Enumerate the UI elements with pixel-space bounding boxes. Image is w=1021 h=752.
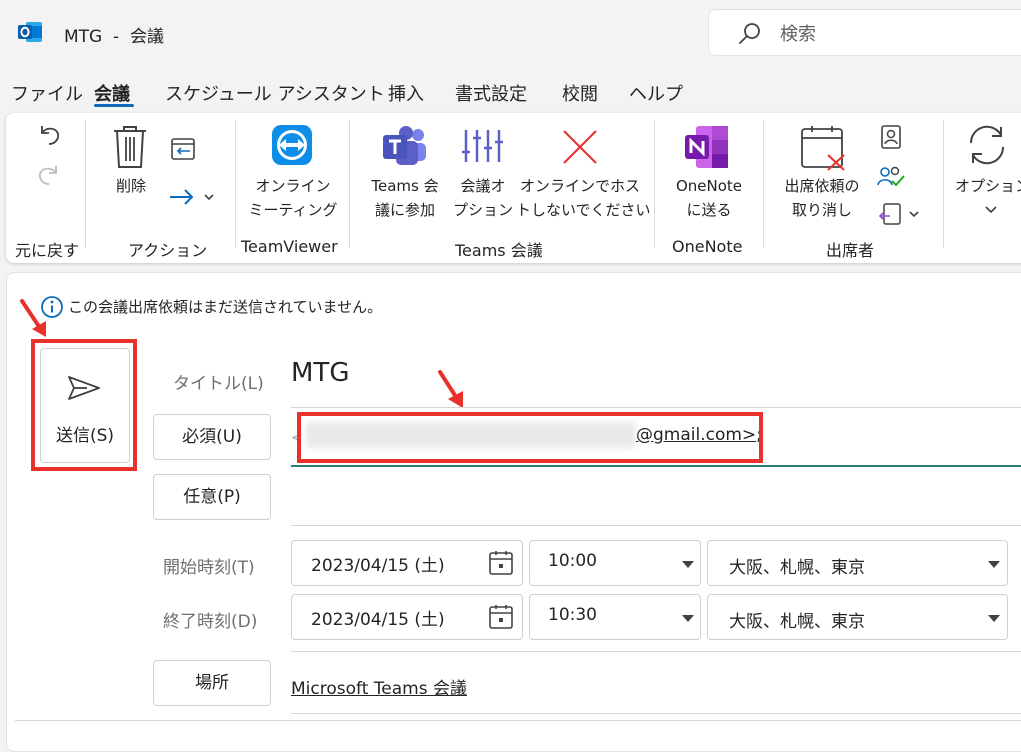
redo-icon[interactable] xyxy=(36,162,62,192)
join-teams-line1[interactable]: Teams 会 xyxy=(358,174,452,198)
tab-help[interactable]: ヘルプ xyxy=(629,80,683,106)
tab-meeting[interactable]: 会議 xyxy=(94,80,130,106)
title-input[interactable]: MTG xyxy=(291,358,349,388)
ribbon-separator xyxy=(235,120,236,248)
cancel-invitation-line1[interactable]: 出席依頼の xyxy=(770,174,874,198)
divider xyxy=(291,713,1021,714)
online-meeting-line2[interactable]: ミーティング xyxy=(246,198,340,222)
onenote-group-label: OneNote xyxy=(672,237,743,256)
delete-button[interactable]: 削除 xyxy=(103,174,159,198)
join-teams-line2[interactable]: 議に参加 xyxy=(358,198,452,222)
calendar-icon[interactable] xyxy=(489,550,513,580)
onenote-icon[interactable] xyxy=(684,125,730,173)
teams-icon[interactable] xyxy=(382,126,428,170)
ribbon-separator xyxy=(85,120,86,248)
check-names-icon[interactable] xyxy=(877,165,905,193)
ribbon-separator xyxy=(349,120,350,248)
annotation-box-email xyxy=(297,412,763,463)
start-timezone-value[interactable]: 大阪、札幌、東京 xyxy=(729,553,865,578)
dropdown-arrow-icon[interactable] xyxy=(682,561,694,568)
divider xyxy=(15,720,1021,721)
chevron-down-icon[interactable] xyxy=(984,200,998,219)
teamviewer-icon[interactable] xyxy=(271,124,313,170)
dropdown-arrow-icon[interactable] xyxy=(988,615,1000,622)
meeting-options-icon[interactable] xyxy=(461,128,503,168)
calendar-icon[interactable] xyxy=(489,604,513,634)
end-time-label: 終了時刻(D) xyxy=(163,612,258,632)
annotation-box-send xyxy=(31,339,137,471)
required-attendees-button[interactable]: 必須(U) xyxy=(153,414,271,460)
tab-format[interactable]: 書式設定 xyxy=(455,80,527,106)
start-date-value[interactable]: 2023/04/15 (土) xyxy=(311,551,445,576)
send-to-onenote-line2[interactable]: に送る xyxy=(664,198,754,222)
divider xyxy=(291,651,1021,652)
cancel-invitation-line2[interactable]: 取り消し xyxy=(770,198,874,222)
do-not-host-online-icon[interactable] xyxy=(561,128,599,170)
divider xyxy=(291,407,1021,408)
window-title: MTG - 会議 xyxy=(64,27,164,47)
no-online-host-line1[interactable]: オンラインでホス xyxy=(516,174,644,198)
dropdown-arrow-icon[interactable] xyxy=(988,561,1000,568)
annotation-arrow-send xyxy=(18,297,52,345)
options-sync-icon[interactable] xyxy=(963,121,1011,173)
ribbon-separator xyxy=(763,120,764,248)
search-icon xyxy=(738,21,762,49)
ribbon-separator xyxy=(943,120,944,248)
tab-review[interactable]: 校閲 xyxy=(562,80,598,106)
active-tab-indicator xyxy=(94,104,134,107)
dropdown-arrow-icon[interactable] xyxy=(682,615,694,622)
tab-scheduling-assistant[interactable]: スケジュール アシスタント xyxy=(165,80,385,106)
annotation-arrow-email xyxy=(436,368,470,416)
online-meeting-line1[interactable]: オンライン xyxy=(246,174,340,198)
end-date-value[interactable]: 2023/04/15 (土) xyxy=(311,605,445,630)
cancel-invitation-icon[interactable] xyxy=(800,125,848,175)
title-label: タイトル(L) xyxy=(173,374,264,394)
divider xyxy=(291,525,1021,526)
undo-icon[interactable] xyxy=(36,122,62,152)
tab-file[interactable]: ファイル xyxy=(11,80,83,106)
send-to-onenote-line1[interactable]: OneNote xyxy=(664,174,754,198)
info-message: この会議出席依頼はまだ送信されていません。 xyxy=(68,298,383,316)
outlook-logo-icon xyxy=(17,19,43,45)
ribbon-separator xyxy=(654,120,655,248)
no-online-host-line2[interactable]: トしないでください xyxy=(516,198,651,222)
response-options-icon[interactable] xyxy=(878,202,924,232)
calendar-forward-icon[interactable] xyxy=(170,136,196,166)
location-button[interactable]: 場所 xyxy=(153,660,271,706)
undo-group-label: 元に戻す xyxy=(15,241,80,260)
options-button[interactable]: オプション xyxy=(955,174,1021,198)
meeting-options-line1[interactable]: 会議オ xyxy=(452,174,514,198)
end-time-value[interactable]: 10:30 xyxy=(548,605,597,625)
optional-attendees-button[interactable]: 任意(P) xyxy=(153,474,271,520)
tab-insert[interactable]: 挿入 xyxy=(388,80,424,106)
address-book-icon[interactable] xyxy=(880,125,902,153)
action-group-label: アクション xyxy=(128,241,208,260)
active-field-underline xyxy=(291,465,1021,467)
location-value[interactable]: Microsoft Teams 会議 xyxy=(291,674,467,699)
attendees-group-label: 出席者 xyxy=(826,241,875,260)
move-arrow-icon[interactable] xyxy=(168,185,216,213)
trash-icon[interactable] xyxy=(112,125,148,173)
teamviewer-group-label: TeamViewer xyxy=(241,237,338,256)
teams-group-label: Teams 会議 xyxy=(455,241,543,260)
search-placeholder[interactable]: 検索 xyxy=(780,20,816,46)
end-timezone-value[interactable]: 大阪、札幌、東京 xyxy=(729,607,865,632)
start-time-label: 開始時刻(T) xyxy=(163,558,255,578)
meeting-options-line2[interactable]: プション xyxy=(452,198,514,222)
start-time-value[interactable]: 10:00 xyxy=(548,551,597,571)
